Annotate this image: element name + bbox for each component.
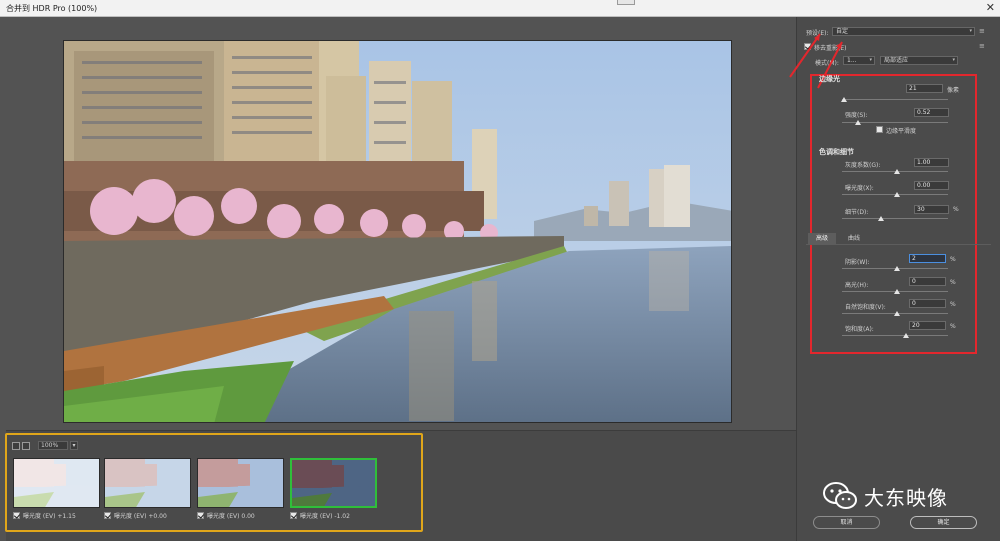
- chevron-down-icon[interactable]: ▾: [70, 441, 78, 450]
- shadow-slider-knob[interactable]: [894, 266, 900, 271]
- strength-slider-knob[interactable]: [855, 120, 861, 125]
- highlight-field[interactable]: 0: [909, 277, 946, 286]
- vibrance-field[interactable]: 0: [909, 299, 946, 308]
- method-value: 局部适应: [884, 57, 909, 64]
- menu-icon[interactable]: ≡: [979, 42, 985, 50]
- thumbnail-exposure-text: 曝光度 (EV) -1.02: [300, 512, 350, 520]
- thumbnail-image: [198, 459, 283, 507]
- detail-unit: %: [953, 206, 959, 213]
- gamma-field[interactable]: 1.00: [914, 158, 949, 167]
- exposure-thumbnail[interactable]: [197, 458, 284, 508]
- cancel-button[interactable]: 取消: [813, 516, 880, 529]
- thumbnail-image: [14, 459, 99, 507]
- gamma-label: 灰度系数(G):: [845, 162, 881, 169]
- smooth-edges-checkbox[interactable]: [876, 126, 883, 133]
- saturation-field[interactable]: 20: [909, 321, 946, 330]
- ok-button[interactable]: 确定: [910, 516, 977, 529]
- filmstrip-controls: 100% ▾: [12, 441, 78, 450]
- exposure-thumbnail[interactable]: [290, 458, 377, 508]
- highlight-slider-knob[interactable]: [894, 289, 900, 294]
- preset-select[interactable]: 自定 ▾: [832, 27, 975, 36]
- shadow-label: 阴影(W):: [845, 259, 870, 266]
- highlight-unit: %: [950, 279, 956, 286]
- chevron-down-icon: ▾: [869, 57, 872, 63]
- checkbox-icon[interactable]: [22, 441, 30, 450]
- saturation-unit: %: [950, 323, 956, 330]
- thumbnail-exposure-text: 曝光度 (EV) +0.00: [114, 512, 167, 520]
- vibrance-unit: %: [950, 301, 956, 308]
- thumbnail-image: [292, 460, 375, 506]
- thumbnail-checkbox[interactable]: [197, 511, 204, 519]
- smooth-edges-label: 边缘平滑度: [886, 128, 917, 135]
- thumbnail-exposure-text: 曝光度 (EV) 0.00: [207, 512, 255, 520]
- exposure-field[interactable]: 0.00: [914, 181, 949, 190]
- gamma-slider-knob[interactable]: [894, 169, 900, 174]
- exposure-thumbnail[interactable]: [13, 458, 100, 508]
- chevron-down-icon: ▾: [969, 28, 972, 34]
- saturation-slider-knob[interactable]: [903, 333, 909, 338]
- shadow-unit: %: [950, 256, 956, 263]
- watermark: 大东映像: [822, 476, 948, 516]
- thumbnail-checkbox[interactable]: [13, 511, 20, 519]
- zoom-select[interactable]: 100%: [38, 441, 68, 450]
- menu-icon[interactable]: ≡: [979, 27, 985, 35]
- window-title: 合并到 HDR Pro (100%): [6, 4, 98, 13]
- exposure-thumbnail[interactable]: [104, 458, 191, 508]
- vibrance-slider-knob[interactable]: [894, 311, 900, 316]
- detail-slider[interactable]: [842, 218, 948, 219]
- checkbox-icon[interactable]: [12, 441, 20, 450]
- shadow-field[interactable]: 2: [909, 254, 946, 263]
- saturation-slider[interactable]: [842, 335, 948, 336]
- thumbnail-label: 曝光度 (EV) -1.02: [290, 510, 350, 520]
- edge-glow-title: 边缘光: [819, 75, 840, 83]
- radius-field[interactable]: 21: [906, 84, 943, 93]
- exposure-label: 曝光度(X):: [845, 185, 874, 192]
- strength-label: 强度(S):: [845, 112, 868, 119]
- chevron-down-icon: ▾: [952, 57, 955, 63]
- radius-slider-knob[interactable]: [841, 97, 847, 102]
- tone-detail-title: 色调和细节: [819, 148, 854, 156]
- thumbnail-image: [105, 459, 190, 507]
- tab-advanced[interactable]: 高级: [808, 233, 837, 245]
- thumbnail-label: 曝光度 (EV) 0.00: [197, 510, 255, 520]
- tab-curve[interactable]: 曲线: [840, 233, 868, 245]
- saturation-label: 饱和度(A):: [845, 326, 874, 333]
- watermark-text: 大东映像: [864, 485, 948, 510]
- radius-unit: 像素: [947, 87, 960, 94]
- thumbnail-label: 曝光度 (EV) +0.00: [104, 510, 167, 520]
- strength-field[interactable]: 0.52: [914, 108, 949, 117]
- highlight-label: 高光(H):: [845, 282, 869, 289]
- detail-label: 细节(D):: [845, 209, 869, 216]
- wechat-logo-icon: [823, 482, 857, 509]
- close-icon[interactable]: ✕: [986, 1, 995, 14]
- method-select[interactable]: 局部适应 ▾: [880, 56, 958, 65]
- title-bar: 合并到 HDR Pro (100%) ✕: [0, 0, 1000, 17]
- thumbnail-exposure-text: 曝光度 (EV) +1.15: [23, 512, 76, 520]
- vibrance-label: 自然饱和度(V):: [845, 304, 886, 311]
- hdr-preview-image: [63, 40, 732, 423]
- exposure-slider-knob[interactable]: [894, 192, 900, 197]
- thumbnail-label: 曝光度 (EV) +1.15: [13, 510, 76, 520]
- thumbnail-checkbox[interactable]: [104, 511, 111, 519]
- detail-slider-knob[interactable]: [878, 216, 884, 221]
- thumbnail-checkbox[interactable]: [290, 511, 297, 519]
- detail-field[interactable]: 30: [914, 205, 949, 214]
- window-drag-handle[interactable]: [617, 0, 635, 5]
- radius-slider[interactable]: [842, 99, 948, 100]
